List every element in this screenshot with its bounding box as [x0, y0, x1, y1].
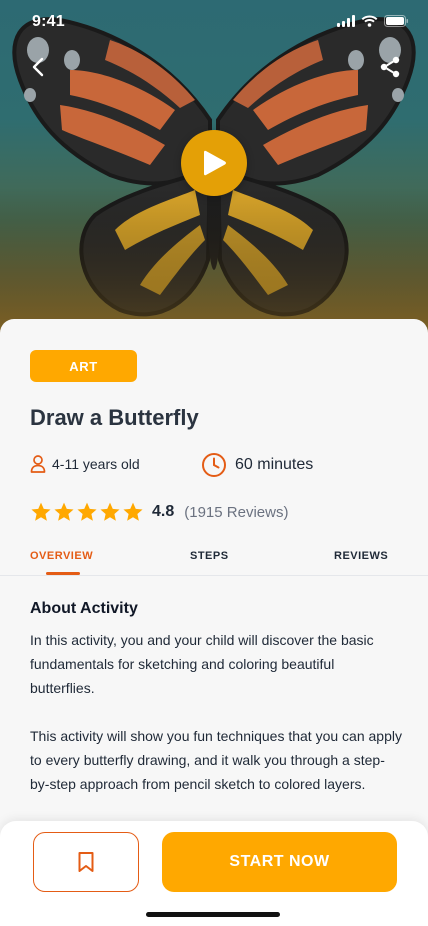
- detail-tabs: OVERVIEW STEPS REVIEWS: [0, 541, 428, 576]
- tab-overview[interactable]: OVERVIEW: [30, 550, 93, 562]
- rating-score: 4.8: [152, 503, 175, 520]
- star-rating: [30, 501, 144, 523]
- duration-text: 60 minutes: [235, 456, 314, 473]
- star-icon: [123, 502, 143, 521]
- status-time: 9:41: [32, 13, 65, 30]
- start-now-button[interactable]: START NOW: [162, 832, 397, 892]
- clock-icon: [202, 453, 226, 477]
- star-icon: [77, 502, 97, 521]
- back-button[interactable]: [21, 50, 55, 84]
- active-tab-indicator: [46, 572, 80, 575]
- activity-title: Draw a Butterfly: [30, 405, 199, 430]
- bookmark-icon: [78, 852, 94, 872]
- bottom-action-bar: START NOW: [0, 821, 428, 926]
- rating: 4.8 (1915 Reviews): [30, 501, 288, 523]
- star-icon: [100, 502, 120, 521]
- tab-reviews[interactable]: REVIEWS: [334, 550, 388, 562]
- play-video-button[interactable]: [181, 130, 247, 196]
- battery-icon: [384, 15, 408, 27]
- age-range-text: 4-11 years old: [52, 456, 140, 472]
- status-icons: [337, 15, 408, 27]
- about-heading: About Activity: [30, 600, 138, 617]
- star-icon: [31, 502, 51, 521]
- play-icon: [204, 150, 226, 176]
- share-icon: [380, 56, 400, 78]
- hero-image: 9:41: [0, 0, 428, 340]
- share-button[interactable]: [373, 50, 407, 84]
- chevron-left-icon: [32, 57, 44, 77]
- status-bar: 9:41: [0, 0, 428, 44]
- star-icon: [54, 502, 74, 521]
- home-indicator: [146, 912, 280, 917]
- age-range: 4-11 years old: [30, 455, 140, 473]
- review-count: (1915 Reviews): [184, 503, 289, 521]
- duration: 60 minutes: [201, 452, 313, 478]
- about-paragraph: This activity will show you fun techniqu…: [30, 728, 402, 792]
- category-tag: ART: [30, 350, 137, 382]
- tab-steps[interactable]: STEPS: [190, 550, 229, 562]
- about-paragraph: In this activity, you and your child wil…: [30, 632, 374, 696]
- person-icon: [30, 455, 46, 473]
- cellular-signal-icon: [337, 15, 355, 27]
- wifi-icon: [361, 15, 378, 27]
- bookmark-button[interactable]: [33, 832, 139, 892]
